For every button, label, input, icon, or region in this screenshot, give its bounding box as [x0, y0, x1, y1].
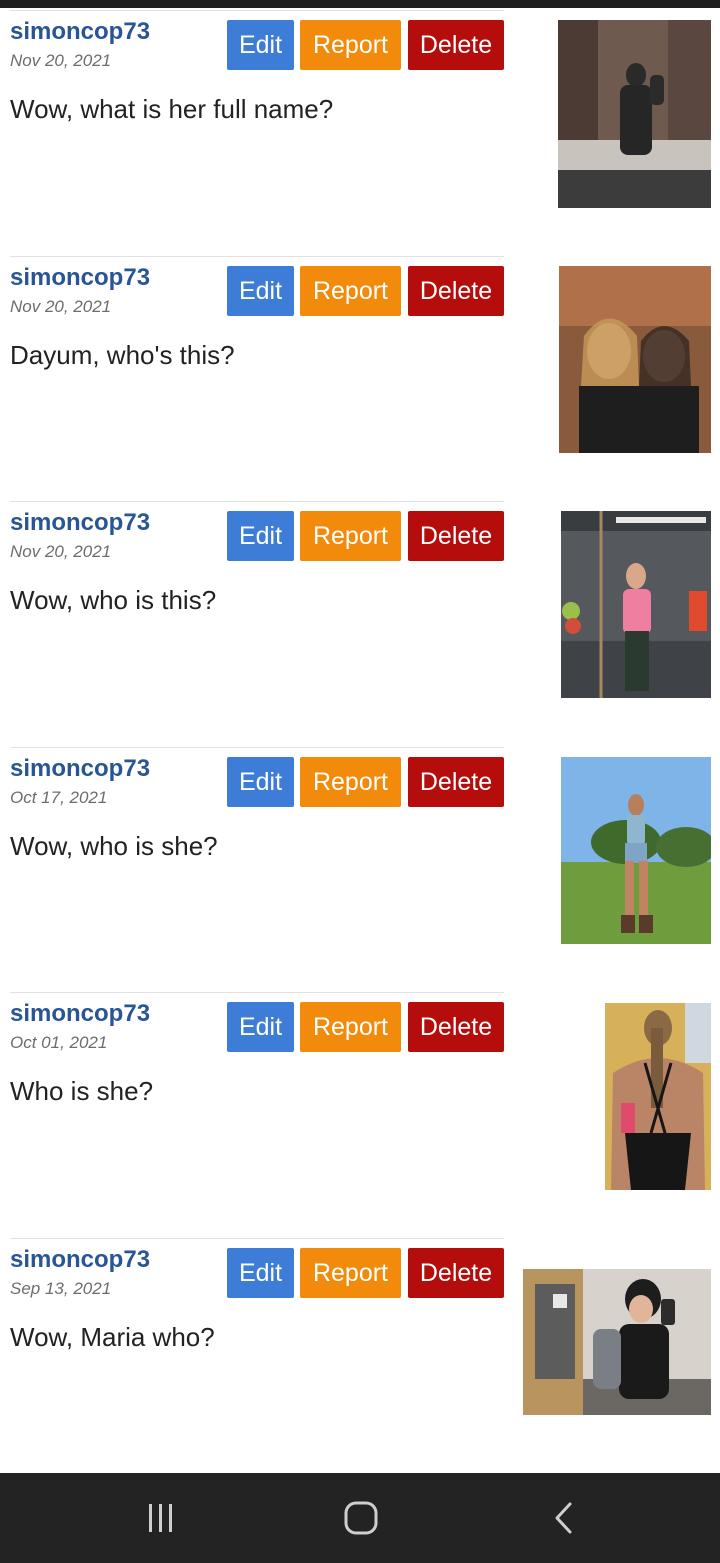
post-date: Oct 01, 2021: [10, 1033, 108, 1052]
post-thumbnail[interactable]: [558, 20, 711, 208]
comment-post: simoncop73 Sep 13, 2021 Wow, Maria who? …: [0, 1238, 720, 1484]
post-username[interactable]: simoncop73: [10, 18, 150, 46]
comment-post: simoncop73 Oct 01, 2021 Who is she? Edit…: [0, 992, 720, 1238]
post-comment-text: Wow, who is she?: [10, 831, 218, 861]
delete-button[interactable]: Delete: [408, 266, 504, 316]
comment-post: simoncop73 Nov 20, 2021 Wow, who is this…: [0, 501, 720, 747]
report-button[interactable]: Report: [300, 511, 401, 561]
edit-button[interactable]: Edit: [227, 20, 294, 70]
post-thumbnail[interactable]: [605, 1003, 711, 1190]
post-username[interactable]: simoncop73: [10, 264, 150, 292]
delete-button[interactable]: Delete: [408, 20, 504, 70]
post-date: Nov 20, 2021: [10, 297, 112, 316]
report-button[interactable]: Report: [300, 20, 401, 70]
post-comment-text: Dayum, who's this?: [10, 340, 235, 370]
post-username[interactable]: simoncop73: [10, 1000, 150, 1028]
delete-button[interactable]: Delete: [408, 1248, 504, 1298]
post-divider: [10, 1238, 504, 1239]
post-comment-text: Who is she?: [10, 1076, 154, 1106]
post-comment-text: Wow, Maria who?: [10, 1322, 215, 1352]
edit-button[interactable]: Edit: [227, 757, 294, 807]
status-bar-strip: [0, 0, 720, 8]
post-date: Oct 17, 2021: [10, 788, 108, 807]
post-divider: [10, 256, 504, 257]
post-comment-text: Wow, what is her full name?: [10, 94, 334, 124]
comment-post: simoncop73 Nov 20, 2021 Wow, what is her…: [0, 10, 720, 256]
edit-button[interactable]: Edit: [227, 266, 294, 316]
comment-post: simoncop73 Nov 20, 2021 Dayum, who's thi…: [0, 256, 720, 502]
edit-button[interactable]: Edit: [227, 1248, 294, 1298]
post-date: Nov 20, 2021: [10, 51, 112, 70]
delete-button[interactable]: Delete: [408, 1002, 504, 1052]
post-divider: [10, 747, 504, 748]
back-icon[interactable]: [534, 1495, 594, 1541]
report-button[interactable]: Report: [300, 757, 401, 807]
post-thumbnail[interactable]: [561, 511, 711, 698]
post-date: Sep 13, 2021: [10, 1279, 112, 1298]
report-button[interactable]: Report: [300, 1248, 401, 1298]
delete-button[interactable]: Delete: [408, 757, 504, 807]
edit-button[interactable]: Edit: [227, 511, 294, 561]
system-navigation-bar: [0, 1473, 720, 1563]
post-thumbnail[interactable]: [523, 1269, 711, 1415]
delete-button[interactable]: Delete: [408, 511, 504, 561]
post-thumbnail[interactable]: [561, 757, 711, 944]
post-username[interactable]: simoncop73: [10, 1246, 150, 1274]
recents-icon[interactable]: [131, 1495, 191, 1541]
post-username[interactable]: simoncop73: [10, 755, 150, 783]
post-date: Nov 20, 2021: [10, 542, 112, 561]
post-divider: [10, 992, 504, 993]
home-icon[interactable]: [331, 1495, 391, 1541]
report-button[interactable]: Report: [300, 1002, 401, 1052]
report-button[interactable]: Report: [300, 266, 401, 316]
post-thumbnail[interactable]: [559, 266, 711, 453]
comment-post: simoncop73 Oct 17, 2021 Wow, who is she?…: [0, 747, 720, 993]
post-username[interactable]: simoncop73: [10, 509, 150, 537]
edit-button[interactable]: Edit: [227, 1002, 294, 1052]
post-comment-text: Wow, who is this?: [10, 585, 217, 615]
post-divider: [10, 501, 504, 502]
post-divider: [10, 10, 504, 11]
